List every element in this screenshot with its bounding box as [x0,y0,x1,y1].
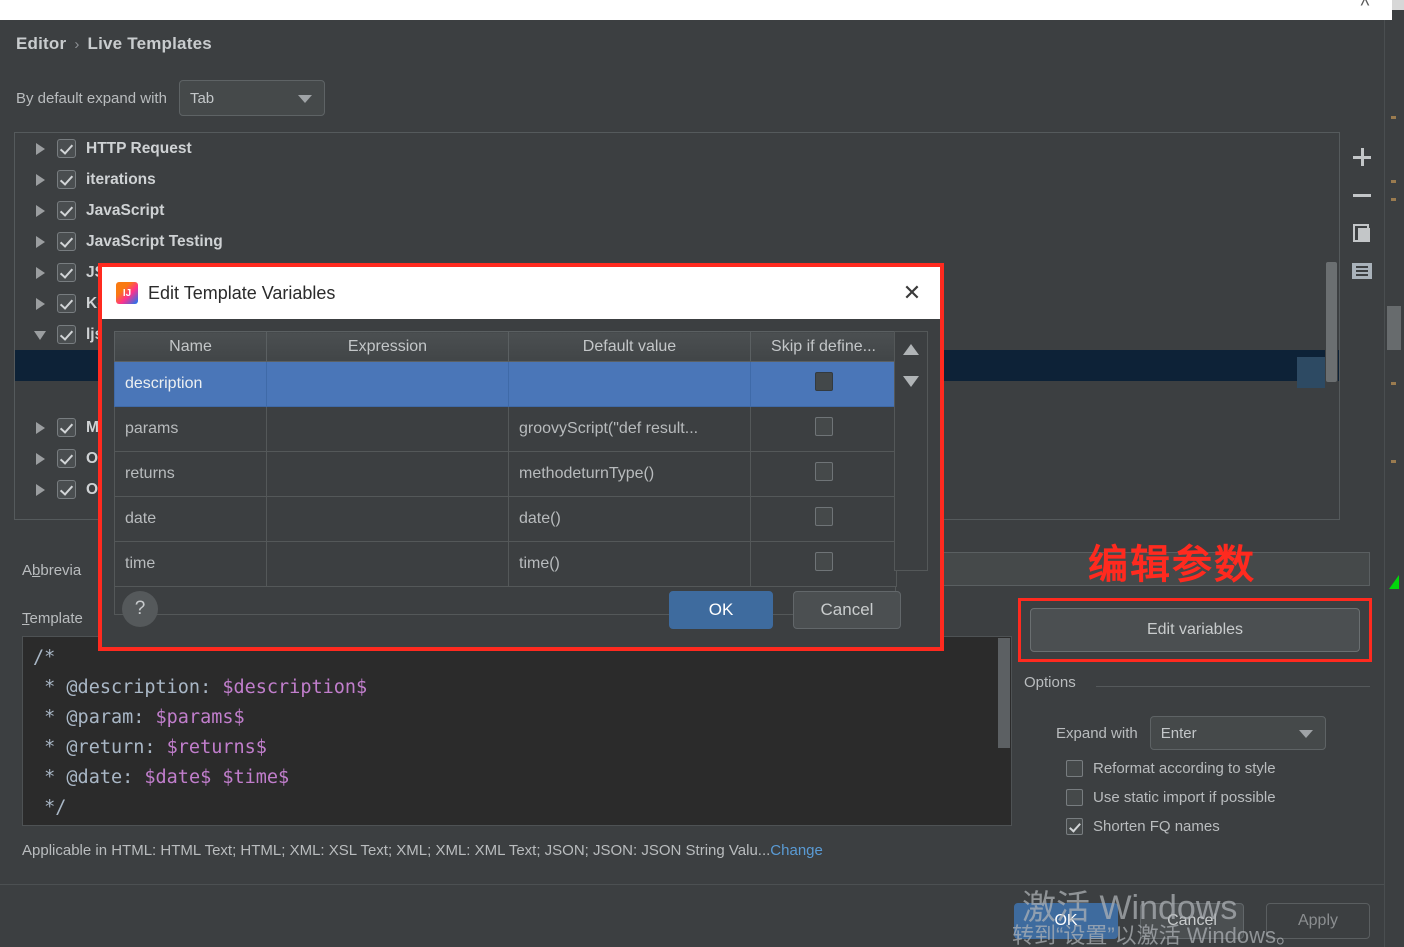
tree-row[interactable]: JavaScript Testing [15,226,1339,257]
abbreviation-label: Abbrevia [22,562,82,579]
annotation-edit-params: 编辑参数 [1088,542,1256,588]
window-edge-sliver [1392,0,1404,10]
page-apply-button[interactable]: Apply [1266,903,1370,939]
expand-with-label: Expand with [1056,724,1138,742]
option-label: Shorten FQ names [1093,818,1220,835]
tree-row-checkbox[interactable] [57,170,76,189]
tree-row[interactable]: HTTP Request [15,133,1339,164]
tree-row-checkbox[interactable] [57,449,76,468]
add-template-button[interactable] [1346,138,1378,176]
chevron-right-icon[interactable] [33,420,49,436]
tree-selected-row-strip [1297,357,1325,388]
gutter-scrollbar-thumb[interactable] [1387,306,1401,350]
options-divider [1096,686,1370,687]
dialog-highlight-border [98,263,944,651]
tree-row-checkbox[interactable] [57,139,76,158]
template-text-label: Template [22,610,83,627]
chevron-up-icon[interactable]: ^ [1352,0,1378,20]
tree-row-label: JavaScript [86,201,165,219]
tree-scrollbar[interactable] [1325,134,1338,519]
default-expand-row: By default expand with Tab [16,80,325,116]
breadcrumb-root[interactable]: Editor [16,34,66,53]
chevron-right-icon[interactable] [33,234,49,250]
option-row[interactable]: Shorten FQ names [1066,818,1220,835]
tree-toolbar [1344,132,1380,520]
change-context-link[interactable]: Change [770,842,823,859]
template-text-content: /* * @description: $description$ * @para… [33,647,368,818]
option-checkbox[interactable] [1066,760,1083,777]
option-label: Reformat according to style [1093,760,1276,777]
chevron-right-icon[interactable] [33,265,49,281]
options-legend: Options [1024,674,1084,691]
chevron-right-icon[interactable] [33,482,49,498]
edit-variables-highlight [1018,598,1372,662]
breadcrumb: Editor › Live Templates [16,34,212,54]
applicable-text: Applicable in HTML: HTML Text; HTML; XML… [22,842,771,859]
chevron-right-icon[interactable] [33,172,49,188]
applicable-context-line: Applicable in HTML: HTML Text; HTML; XML… [22,842,823,859]
chevron-right-icon[interactable] [33,451,49,467]
tree-row-checkbox[interactable] [57,480,76,499]
breadcrumb-current: Live Templates [87,34,212,53]
tree-row-label: JavaScript Testing [86,232,223,250]
chevron-down-icon [297,95,312,103]
tree-row-checkbox[interactable] [57,325,76,344]
tree-scrollbar-thumb[interactable] [1326,262,1337,382]
chevron-right-icon[interactable] [33,203,49,219]
breadcrumb-separator: › [74,36,80,53]
duplicate-template-button[interactable] [1346,214,1378,252]
option-row[interactable]: Reformat according to style [1066,760,1276,777]
option-checkbox[interactable] [1066,789,1083,806]
default-expand-label: By default expand with [16,89,167,107]
tree-row-checkbox[interactable] [57,201,76,220]
tree-row-checkbox[interactable] [57,263,76,282]
minus-icon [1353,186,1371,204]
host-window-titlebar: ^ [0,0,1392,20]
expand-with-value: Enter [1160,724,1197,742]
chevron-down-icon [1298,730,1313,738]
editor-gutter-strip [1384,20,1404,947]
tree-row[interactable]: iterations [15,164,1339,195]
expand-with-combo[interactable]: Enter [1149,716,1326,750]
chevron-down-icon[interactable] [33,327,49,343]
option-checkbox[interactable] [1066,818,1083,835]
expand-with-row: Expand with Enter [1056,716,1326,750]
page-ok-button[interactable]: OK [1014,903,1118,939]
template-text-editor[interactable]: /* * @description: $description$ * @para… [22,636,1012,826]
default-expand-combo[interactable]: Tab [178,80,325,116]
default-expand-value: Tab [189,89,215,107]
tree-row-label: HTTP Request [86,139,192,157]
plus-icon [1353,148,1371,166]
editor-scrollbar[interactable] [998,638,1010,825]
page-cancel-button[interactable]: Cancel [1140,903,1244,939]
live-templates-settings-page: ^ Editor › Live Templates By default expan… [0,0,1404,947]
tree-row-checkbox[interactable] [57,232,76,251]
option-label: Use static import if possible [1093,789,1276,806]
chevron-right-icon[interactable] [33,296,49,312]
tree-row[interactable]: JavaScript [15,195,1339,226]
copy-icon [1353,224,1371,242]
tree-row-label: iterations [86,170,156,188]
tree-row-checkbox[interactable] [57,294,76,313]
editor-scrollbar-thumb[interactable] [998,638,1010,748]
tree-row-checkbox[interactable] [57,418,76,437]
list-icon [1352,263,1372,279]
gutter-status-marker [1389,575,1399,589]
option-row[interactable]: Use static import if possible [1066,789,1276,806]
change-context-button[interactable] [1346,252,1378,290]
chevron-right-icon[interactable] [33,141,49,157]
remove-template-button[interactable] [1346,176,1378,214]
bottom-divider [0,884,1384,885]
